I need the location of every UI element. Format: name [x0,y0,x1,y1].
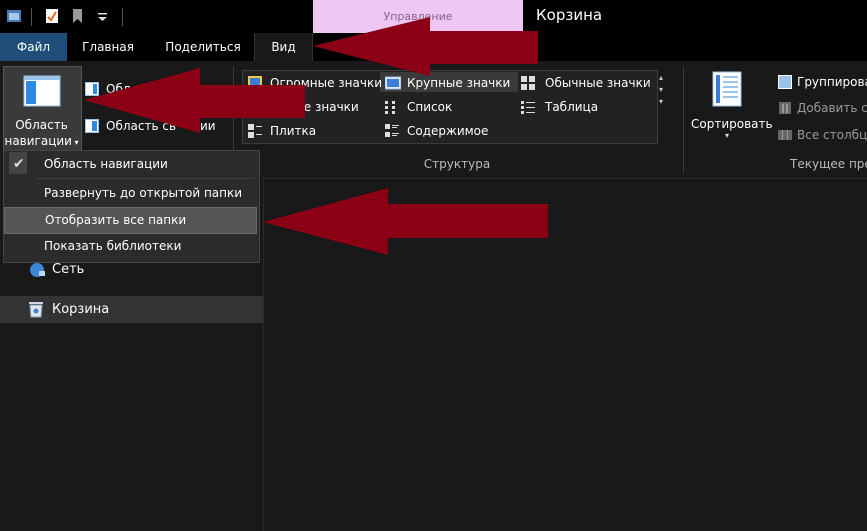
annotation-arrows [84,17,548,255]
arrow-to-navigation-pane [84,68,305,133]
arrow-to-show-all-folders [263,188,548,255]
arrow-to-view-tab [313,17,538,76]
